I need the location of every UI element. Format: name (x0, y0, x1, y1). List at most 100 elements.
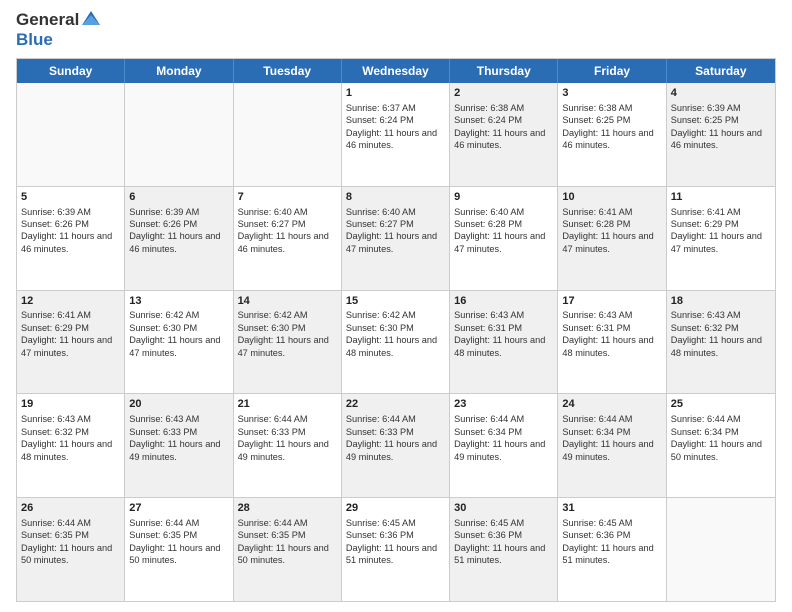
calendar-day-17: 17Sunrise: 6:43 AMSunset: 6:31 PMDayligh… (558, 291, 666, 394)
day-info: Sunset: 6:34 PM (671, 426, 771, 438)
calendar-day-5: 5Sunrise: 6:39 AMSunset: 6:26 PMDaylight… (17, 187, 125, 290)
day-number: 1 (346, 86, 445, 101)
day-info: Daylight: 11 hours and 47 minutes. (562, 230, 661, 255)
day-number: 18 (671, 294, 771, 309)
day-info: Daylight: 11 hours and 50 minutes. (21, 542, 120, 567)
calendar-day-empty (125, 83, 233, 186)
day-info: Daylight: 11 hours and 47 minutes. (129, 334, 228, 359)
day-info: Daylight: 11 hours and 49 minutes. (562, 438, 661, 463)
logo-blue: Blue (16, 30, 53, 49)
calendar-day-8: 8Sunrise: 6:40 AMSunset: 6:27 PMDaylight… (342, 187, 450, 290)
weekday-header-thursday: Thursday (450, 59, 558, 83)
calendar-day-15: 15Sunrise: 6:42 AMSunset: 6:30 PMDayligh… (342, 291, 450, 394)
calendar-day-19: 19Sunrise: 6:43 AMSunset: 6:32 PMDayligh… (17, 394, 125, 497)
calendar-day-11: 11Sunrise: 6:41 AMSunset: 6:29 PMDayligh… (667, 187, 775, 290)
day-number: 3 (562, 86, 661, 101)
day-info: Sunset: 6:33 PM (129, 426, 228, 438)
calendar-day-24: 24Sunrise: 6:44 AMSunset: 6:34 PMDayligh… (558, 394, 666, 497)
calendar-day-10: 10Sunrise: 6:41 AMSunset: 6:28 PMDayligh… (558, 187, 666, 290)
day-info: Daylight: 11 hours and 50 minutes. (238, 542, 337, 567)
day-info: Sunset: 6:36 PM (454, 529, 553, 541)
day-info: Daylight: 11 hours and 46 minutes. (238, 230, 337, 255)
logo: General Blue (16, 10, 102, 50)
day-info: Sunrise: 6:44 AM (346, 413, 445, 425)
day-info: Sunrise: 6:43 AM (21, 413, 120, 425)
day-info: Sunset: 6:32 PM (671, 322, 771, 334)
day-info: Daylight: 11 hours and 50 minutes. (671, 438, 771, 463)
day-info: Daylight: 11 hours and 47 minutes. (454, 230, 553, 255)
day-info: Sunrise: 6:43 AM (454, 309, 553, 321)
day-info: Sunset: 6:30 PM (238, 322, 337, 334)
calendar-day-2: 2Sunrise: 6:38 AMSunset: 6:24 PMDaylight… (450, 83, 558, 186)
day-info: Sunrise: 6:42 AM (129, 309, 228, 321)
day-info: Sunset: 6:28 PM (454, 218, 553, 230)
day-info: Daylight: 11 hours and 47 minutes. (346, 230, 445, 255)
calendar-day-14: 14Sunrise: 6:42 AMSunset: 6:30 PMDayligh… (234, 291, 342, 394)
day-info: Daylight: 11 hours and 48 minutes. (454, 334, 553, 359)
day-info: Sunset: 6:35 PM (21, 529, 120, 541)
calendar-day-empty (234, 83, 342, 186)
day-info: Sunset: 6:35 PM (238, 529, 337, 541)
day-info: Sunrise: 6:43 AM (562, 309, 661, 321)
day-info: Sunrise: 6:40 AM (346, 206, 445, 218)
day-info: Sunset: 6:33 PM (238, 426, 337, 438)
day-number: 13 (129, 294, 228, 309)
calendar-day-16: 16Sunrise: 6:43 AMSunset: 6:31 PMDayligh… (450, 291, 558, 394)
day-info: Sunset: 6:31 PM (562, 322, 661, 334)
day-info: Sunrise: 6:44 AM (238, 413, 337, 425)
day-info: Sunrise: 6:40 AM (238, 206, 337, 218)
day-info: Daylight: 11 hours and 46 minutes. (671, 127, 771, 152)
day-number: 16 (454, 294, 553, 309)
day-number: 24 (562, 397, 661, 412)
day-number: 14 (238, 294, 337, 309)
day-info: Sunrise: 6:38 AM (562, 102, 661, 114)
calendar-week-3: 12Sunrise: 6:41 AMSunset: 6:29 PMDayligh… (17, 290, 775, 394)
logo-general: General (16, 10, 79, 30)
calendar: SundayMondayTuesdayWednesdayThursdayFrid… (16, 58, 776, 602)
day-info: Sunrise: 6:43 AM (671, 309, 771, 321)
day-info: Sunset: 6:26 PM (21, 218, 120, 230)
day-number: 25 (671, 397, 771, 412)
calendar-day-25: 25Sunrise: 6:44 AMSunset: 6:34 PMDayligh… (667, 394, 775, 497)
calendar-day-12: 12Sunrise: 6:41 AMSunset: 6:29 PMDayligh… (17, 291, 125, 394)
day-info: Sunrise: 6:44 AM (238, 517, 337, 529)
day-info: Sunset: 6:33 PM (346, 426, 445, 438)
day-info: Sunrise: 6:42 AM (238, 309, 337, 321)
calendar-week-5: 26Sunrise: 6:44 AMSunset: 6:35 PMDayligh… (17, 497, 775, 601)
day-info: Sunset: 6:36 PM (562, 529, 661, 541)
calendar-day-13: 13Sunrise: 6:42 AMSunset: 6:30 PMDayligh… (125, 291, 233, 394)
day-info: Sunset: 6:26 PM (129, 218, 228, 230)
day-number: 29 (346, 501, 445, 516)
day-number: 4 (671, 86, 771, 101)
day-info: Daylight: 11 hours and 51 minutes. (454, 542, 553, 567)
weekday-header-tuesday: Tuesday (234, 59, 342, 83)
calendar-day-9: 9Sunrise: 6:40 AMSunset: 6:28 PMDaylight… (450, 187, 558, 290)
calendar-week-2: 5Sunrise: 6:39 AMSunset: 6:26 PMDaylight… (17, 186, 775, 290)
day-info: Sunset: 6:27 PM (346, 218, 445, 230)
day-info: Sunset: 6:35 PM (129, 529, 228, 541)
day-info: Sunrise: 6:45 AM (454, 517, 553, 529)
calendar-day-31: 31Sunrise: 6:45 AMSunset: 6:36 PMDayligh… (558, 498, 666, 601)
day-info: Sunrise: 6:44 AM (562, 413, 661, 425)
day-info: Sunrise: 6:37 AM (346, 102, 445, 114)
weekday-header-sunday: Sunday (17, 59, 125, 83)
day-info: Daylight: 11 hours and 49 minutes. (129, 438, 228, 463)
day-info: Sunset: 6:34 PM (562, 426, 661, 438)
calendar-week-4: 19Sunrise: 6:43 AMSunset: 6:32 PMDayligh… (17, 393, 775, 497)
day-info: Daylight: 11 hours and 49 minutes. (454, 438, 553, 463)
page: General Blue SundayMondayTuesdayWednesda… (0, 0, 792, 612)
day-number: 30 (454, 501, 553, 516)
day-number: 31 (562, 501, 661, 516)
day-number: 27 (129, 501, 228, 516)
day-number: 6 (129, 190, 228, 205)
day-info: Sunset: 6:34 PM (454, 426, 553, 438)
day-info: Sunrise: 6:44 AM (454, 413, 553, 425)
day-info: Daylight: 11 hours and 46 minutes. (346, 127, 445, 152)
day-info: Sunset: 6:27 PM (238, 218, 337, 230)
day-info: Sunrise: 6:41 AM (562, 206, 661, 218)
day-number: 12 (21, 294, 120, 309)
day-info: Daylight: 11 hours and 51 minutes. (346, 542, 445, 567)
day-info: Sunset: 6:28 PM (562, 218, 661, 230)
day-number: 10 (562, 190, 661, 205)
calendar-day-18: 18Sunrise: 6:43 AMSunset: 6:32 PMDayligh… (667, 291, 775, 394)
